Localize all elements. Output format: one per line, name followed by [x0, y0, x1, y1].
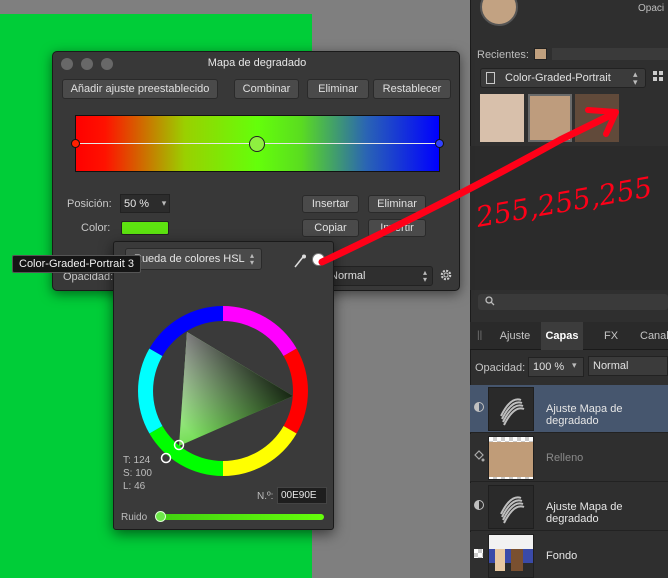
hex-input[interactable]: 00E90E [277, 487, 327, 504]
gear-icon[interactable] [439, 268, 453, 282]
layer-name: Relleno [546, 452, 584, 464]
delete-stop-button[interactable]: Eliminar [368, 195, 426, 213]
blend-mode-select[interactable]: Normal [323, 266, 433, 286]
hsl-color-wheel[interactable] [128, 296, 318, 486]
layer-row[interactable]: Ajuste Mapa de degradado [470, 385, 668, 433]
color-label: Color: [81, 222, 111, 234]
layer-name: Ajuste Mapa de degradado [546, 403, 623, 427]
tab-adjustment[interactable]: Ajuste [490, 322, 540, 350]
invert-button[interactable]: Invertir [368, 219, 426, 237]
layer-row[interactable]: Ajuste Mapa de degradado [470, 483, 668, 531]
visibility-icon[interactable] [474, 402, 484, 412]
fill-thumbnail [488, 436, 534, 480]
lightness-readout: L: 46 [123, 481, 146, 492]
delete-button[interactable]: Eliminar [307, 79, 369, 99]
tooltip: Color-Graded-Portrait 3 [12, 255, 141, 273]
palette-swatch[interactable] [480, 94, 524, 142]
recent-colors-label: Recientes: [477, 49, 529, 61]
palette-select[interactable]: Color-Graded-Portrait [480, 68, 646, 88]
tab-layers[interactable]: Capas [541, 322, 583, 350]
gradient-stop-start[interactable] [71, 139, 80, 148]
position-label: Posición: [67, 198, 112, 210]
combine-button[interactable]: Combinar [234, 79, 299, 99]
color-model-select[interactable]: Rueda de colores HSL [125, 248, 262, 270]
canvas-background-top [0, 0, 312, 14]
chevron-down-icon[interactable]: ▾ [572, 360, 577, 371]
chevron-down-icon[interactable]: ▾ [157, 194, 171, 213]
eyedropper-icon[interactable] [294, 254, 306, 268]
layer-row[interactable]: Fondo [470, 532, 668, 578]
noise-label: Ruido [121, 512, 148, 523]
grid-view-icon[interactable] [653, 70, 667, 84]
layer-name: Ajuste Mapa de degradado [546, 501, 623, 525]
add-preset-button[interactable]: Añadir ajuste preestablecido [62, 79, 218, 99]
search-icon [485, 296, 495, 306]
layer-name: Fondo [546, 550, 578, 562]
panel-grip-icon[interactable]: || [477, 330, 482, 341]
recent-colors-strip [552, 48, 668, 60]
color-picker-popup: Rueda de colores HSL ▴ ▾ T: 124 S: 100 L… [113, 241, 334, 530]
photo-thumbnail [488, 534, 534, 578]
gradient-stop-end[interactable] [435, 139, 444, 148]
layer-blend-mode-select[interactable]: Normal [588, 356, 668, 376]
visibility-icon[interactable] [474, 500, 484, 510]
select-arrows-icon: ▴ ▾ [250, 251, 255, 267]
select-arrows-icon: ▴ ▾ [423, 268, 428, 284]
saturation-readout: S: 100 [123, 468, 152, 479]
layer-opacity-label: Opacidad: [475, 362, 526, 374]
noise-slider-handle[interactable] [155, 511, 166, 522]
select-arrows-icon: ▴ ▾ [633, 69, 638, 87]
previous-color-swatch[interactable] [312, 253, 325, 266]
adjustment-thumbnail [488, 387, 534, 431]
hue-readout: T: 124 [123, 455, 151, 466]
tab-fx[interactable]: FX [586, 322, 636, 350]
pixel-layer-icon [474, 549, 483, 558]
reset-button[interactable]: Restablecer [373, 79, 451, 99]
swatches-opacity-label: Opaci [638, 3, 665, 14]
recent-color-swatch[interactable] [534, 48, 547, 60]
stop-color-chip[interactable] [121, 221, 169, 235]
copy-stop-button[interactable]: Copiar [302, 219, 359, 237]
gradient-stop-mid[interactable] [249, 136, 265, 152]
hex-label: N.º: [257, 491, 274, 502]
palette-swatch[interactable] [575, 94, 619, 142]
dialog-title: Mapa de degradado [207, 57, 307, 69]
palette-swatch-selected[interactable] [528, 94, 572, 142]
noise-slider[interactable] [156, 514, 324, 520]
swatches-empty-area [470, 146, 668, 290]
insert-stop-button[interactable]: Insertar [302, 195, 359, 213]
document-icon [486, 72, 495, 84]
fill-bucket-icon [474, 450, 485, 462]
tab-channels[interactable]: Canal [640, 322, 668, 350]
layer-row[interactable]: Relleno [470, 434, 668, 482]
adjustment-thumbnail [488, 485, 534, 529]
panel-search-input[interactable] [478, 294, 668, 310]
